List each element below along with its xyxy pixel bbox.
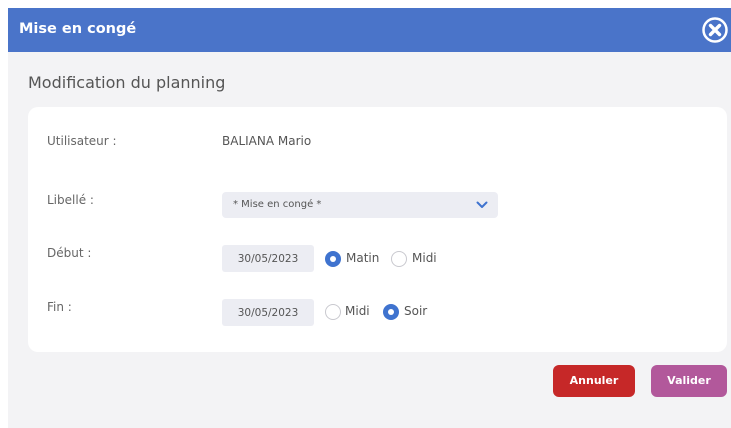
libelle-select[interactable]: * Mise en congé * [222, 192, 498, 218]
debut-radio-matin-label[interactable]: Matin [346, 251, 379, 265]
cancel-button[interactable]: Annuler [553, 365, 635, 397]
debut-radio-midi[interactable] [391, 251, 407, 267]
user-value: BALIANA Mario [222, 134, 312, 148]
chevron-down-icon [476, 201, 488, 208]
debut-date-field[interactable]: 30/05/2023 [222, 245, 314, 272]
user-label: Utilisateur : [47, 134, 117, 148]
debut-radio-midi-label[interactable]: Midi [412, 251, 437, 265]
libelle-select-value: * Mise en congé * [233, 199, 322, 210]
fin-label: Fin : [47, 300, 72, 314]
fin-radio-midi[interactable] [325, 304, 341, 320]
fin-radio-midi-label[interactable]: Midi [345, 304, 370, 318]
validate-button[interactable]: Valider [651, 365, 727, 397]
fin-date-field[interactable]: 30/05/2023 [222, 299, 314, 326]
dialog-header: Mise en congé [8, 8, 731, 52]
close-button[interactable] [702, 17, 728, 43]
fin-radio-soir-label[interactable]: Soir [404, 304, 427, 318]
form-card: Utilisateur : BALIANA Mario Libellé : * … [28, 107, 727, 352]
debut-label: Début : [47, 246, 92, 260]
dialog-subtitle: Modification du planning [28, 73, 226, 92]
close-circle-icon [702, 17, 728, 43]
debut-radio-matin[interactable] [325, 251, 341, 267]
fin-date-value: 30/05/2023 [237, 307, 299, 319]
debut-date-value: 30/05/2023 [237, 253, 299, 265]
libelle-label: Libellé : [47, 193, 94, 207]
dialog-title: Mise en congé [19, 21, 137, 37]
leave-dialog: Mise en congé Modification du planning U… [8, 8, 731, 428]
fin-radio-soir[interactable] [383, 304, 399, 320]
